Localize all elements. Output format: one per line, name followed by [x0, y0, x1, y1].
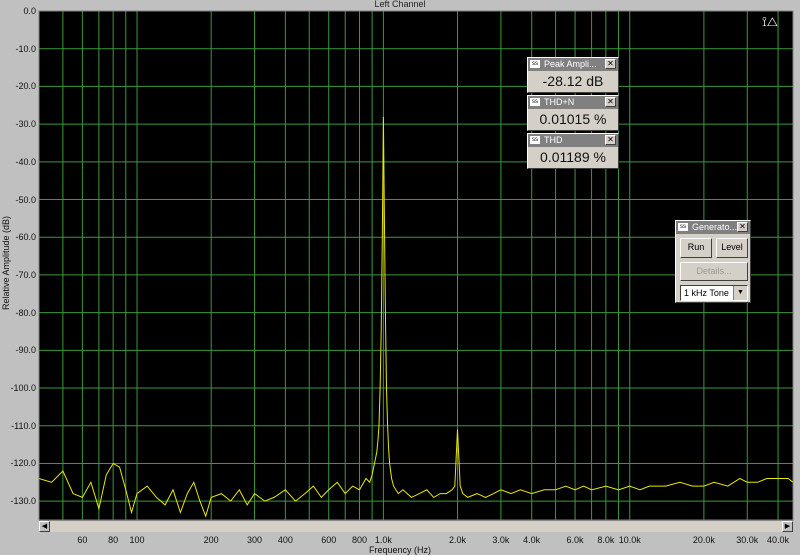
close-icon[interactable]: ✕ — [605, 97, 616, 107]
meter-value: 0.01015 % — [539, 111, 607, 127]
tone-select[interactable]: 1 kHz Tone ▼ — [680, 285, 748, 301]
y-tick-label: -70.0 — [15, 269, 36, 280]
x-tick-label: 400 — [277, 535, 293, 545]
y-tick-label: -60.0 — [15, 232, 36, 243]
tone-select-value: 1 kHz Tone — [684, 288, 729, 298]
y-tick-label: -80.0 — [15, 307, 36, 318]
generator-title-bar[interactable]: ss Generato... ✕ — [676, 221, 750, 234]
meter-title: Peak Ampli... — [544, 59, 597, 69]
meter-title: THD — [544, 135, 563, 145]
y-tick-label: -30.0 — [15, 119, 36, 130]
x-tick-label: 1.0k — [374, 535, 392, 545]
cursor-tool-icon[interactable]: ⟟△ — [762, 14, 778, 30]
level-button[interactable]: Level — [716, 238, 748, 258]
meter-title: THD+N — [544, 97, 575, 107]
y-tick-label: -100.0 — [10, 383, 36, 394]
y-tick-label: -40.0 — [15, 156, 36, 167]
x-tick-label: 20.0k — [692, 535, 715, 545]
peak-amplitude-meter[interactable]: ss Peak Ampli... ✕ -28.12 dB — [527, 57, 619, 93]
meter-value: 0.01189 % — [540, 149, 606, 165]
x-tick-label: 200 — [203, 535, 219, 545]
y-tick-label: -130.0 — [10, 496, 36, 507]
y-tick-label: -10.0 — [15, 43, 36, 54]
y-axis-label: Relative Amplitude (dB) — [1, 215, 11, 311]
scroll-left-button[interactable]: ◀ — [39, 521, 50, 532]
thd-n-meter[interactable]: ss THD+N ✕ 0.01015 % — [527, 95, 619, 131]
y-tick-label: -120.0 — [10, 458, 36, 469]
thd-meter[interactable]: ss THD ✕ 0.01189 % — [527, 133, 619, 169]
scroll-right-button[interactable]: ▶ — [782, 521, 793, 532]
meter-window-icon: ss — [530, 136, 540, 144]
y-tick-label: -90.0 — [15, 345, 36, 356]
x-tick-label: 100 — [129, 535, 145, 545]
close-icon[interactable]: ✕ — [737, 222, 748, 232]
x-tick-label: 40.0k — [767, 535, 790, 545]
x-tick-label: 2.0k — [449, 535, 467, 545]
y-tick-label: -50.0 — [15, 194, 36, 205]
meter-window-icon: ss — [530, 98, 540, 106]
meter-value: -28.12 dB — [542, 73, 604, 89]
horizontal-scrollbar[interactable]: ◀ ▶ — [39, 520, 793, 532]
x-tick-label: 10.0k — [618, 535, 641, 545]
meter-title-bar[interactable]: ss Peak Ampli... ✕ — [528, 58, 618, 71]
x-tick-label: 4.0k — [523, 535, 541, 545]
generator-window-icon: ss — [678, 223, 688, 231]
generator-panel[interactable]: ss Generato... ✕ Run Level Details... 1 … — [675, 220, 751, 303]
generator-title: Generato... — [692, 222, 738, 232]
meter-title-bar[interactable]: ss THD ✕ — [528, 134, 618, 147]
run-button[interactable]: Run — [680, 238, 712, 258]
close-icon[interactable]: ✕ — [605, 59, 616, 69]
meter-window-icon: ss — [530, 60, 540, 68]
y-tick-label: -110.0 — [11, 420, 36, 431]
chevron-down-icon[interactable]: ▼ — [733, 286, 747, 300]
y-tick-label: 0.0 — [23, 6, 36, 16]
details-button[interactable]: Details... — [680, 262, 748, 281]
close-icon[interactable]: ✕ — [605, 135, 616, 145]
meter-title-bar[interactable]: ss THD+N ✕ — [528, 96, 618, 109]
y-tick-label: -20.0 — [15, 81, 36, 92]
